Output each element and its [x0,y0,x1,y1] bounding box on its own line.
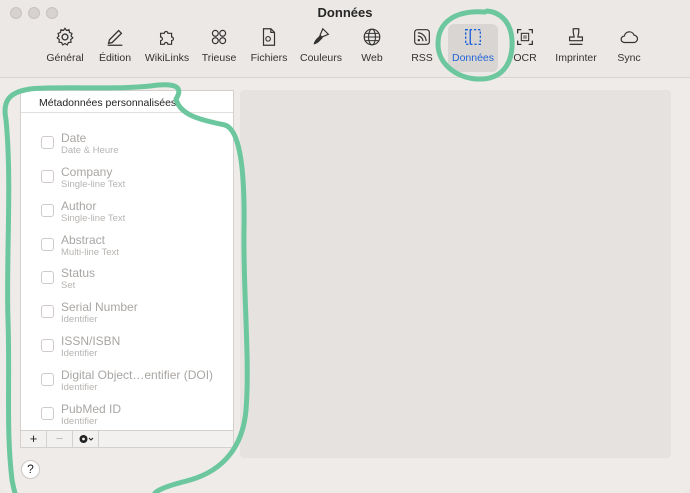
toolbar-item-wikilinks[interactable]: WikiLinks [144,24,190,72]
toolbar-label: Édition [98,52,132,64]
field-type: Identifier [61,382,98,393]
field-name: PubMed ID [61,402,122,416]
field-name: Author [61,199,97,213]
circles-icon [211,29,227,45]
field-checkbox[interactable] [41,305,54,318]
metadata-list-panel: Métadonnées personnalisées Date Date & H… [20,90,234,431]
metadata-row[interactable]: ISSN/ISBN Identifier [21,330,233,364]
brush-icon [313,27,330,45]
rss-icon [414,29,430,45]
toolbar-item-web[interactable]: Web [354,24,390,72]
metadata-row[interactable]: Company Single-line Text [21,161,233,195]
field-type: Multi-line Text [61,247,119,258]
toolbar-label: OCR [513,52,537,64]
metadata-row[interactable]: Status Set [21,262,233,296]
toolbar-label: Couleurs [299,52,343,64]
field-name: Serial Number [61,300,138,314]
field-checkbox[interactable] [41,271,54,284]
field-type: Identifier [61,416,98,427]
field-type: Identifier [61,314,98,325]
metadata-list-header: Métadonnées personnalisées [21,91,233,113]
data-icon [464,28,482,46]
toolbar-label: Données [451,52,495,64]
toolbar-label: Général [46,52,84,64]
globe-icon [363,28,381,46]
toolbar-label: Imprinter [555,52,597,64]
metadata-row[interactable]: Abstract Multi-line Text [21,229,233,263]
toolbar-label: Sync [617,52,641,64]
ocr-icon [517,29,533,45]
metadata-detail-area [240,90,671,458]
metadata-row[interactable]: Author Single-line Text [21,195,233,229]
metadata-row[interactable]: PubMed ID Identifier [21,398,233,432]
field-name: Abstract [61,233,106,247]
field-type: Single-line Text [61,213,126,224]
field-type: Date & Heure [61,145,119,156]
document-icon [262,28,276,46]
toolbar-item-rss[interactable]: RSS [404,24,440,72]
metadata-row[interactable]: Date Date & Heure [21,127,233,161]
toolbar-item-trieuse[interactable]: Trieuse [200,24,238,72]
field-checkbox[interactable] [41,136,54,149]
add-field-button[interactable]: + [21,431,47,447]
toolbar-item-fichiers[interactable]: Fichiers [248,24,290,72]
field-type: Single-line Text [61,179,126,190]
toolbar-label: Trieuse [201,52,237,64]
help-button[interactable]: ? [21,460,40,479]
field-checkbox[interactable] [41,407,54,420]
metadata-list-footer: + − [20,431,234,448]
field-name: Company [61,165,113,179]
window-title: Données [317,5,373,20]
field-checkbox[interactable] [41,170,54,183]
remove-field-button[interactable]: − [47,431,73,447]
toolbar-item-sync[interactable]: Sync [612,24,646,72]
metadata-row[interactable]: Serial Number Identifier [21,296,233,330]
field-type: Identifier [61,348,98,359]
gear-icon [79,435,93,443]
toolbar-item-donnees[interactable]: Données [448,24,498,72]
toolbar-item-couleurs[interactable]: Couleurs [298,24,344,72]
toolbar-label: Web [361,52,383,64]
field-checkbox[interactable] [41,339,54,352]
toolbar-label: RSS [411,52,433,64]
field-type: Set [61,280,76,291]
field-name: Date [61,131,87,145]
toolbar-item-imprinter[interactable]: Imprinter [552,24,600,72]
field-checkbox[interactable] [41,238,54,251]
title-bar: Données Général Édition WikiLinks Trieus… [0,0,690,78]
field-checkbox[interactable] [41,373,54,386]
toolbar-item-ocr[interactable]: OCR [508,24,542,72]
field-checkbox[interactable] [41,204,54,217]
toolbar-item-edition[interactable]: Édition [96,24,134,72]
puzzle-icon [159,30,174,45]
field-name: Digital Object…entifier (DOI) [61,368,214,382]
gear-icon [56,27,74,46]
field-name: Status [61,266,96,280]
stamp-icon [568,28,584,45]
toolbar-label: WikiLinks [144,52,190,64]
field-name: ISSN/ISBN [61,334,121,348]
toolbar-label: Fichiers [250,52,288,64]
field-options-menu[interactable] [73,431,99,447]
toolbar-item-general[interactable]: Général [44,24,86,72]
metadata-row[interactable]: Digital Object…entifier (DOI) Identifier [21,364,233,398]
cloud-icon [620,31,639,44]
pencil-icon [107,29,123,46]
preferences-window: Données Général Édition WikiLinks Trieus… [0,0,690,493]
